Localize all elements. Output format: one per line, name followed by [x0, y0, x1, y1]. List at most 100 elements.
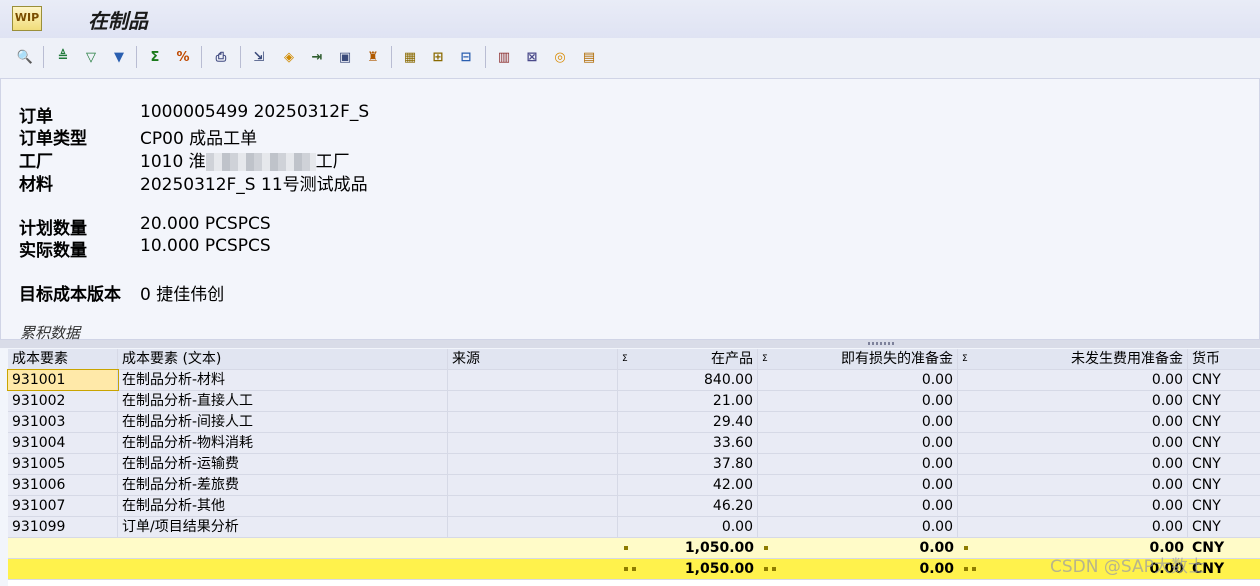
cell-wip[interactable]: 37.80 [618, 454, 758, 474]
app-icon[interactable]: WIP [12, 6, 42, 31]
cell-unincurred[interactable]: 0.00 [958, 496, 1188, 516]
cell-currency[interactable]: CNY [1188, 370, 1260, 390]
detail-icon[interactable]: 🔍 [14, 46, 36, 68]
cell-currency[interactable]: CNY [1188, 475, 1260, 495]
col-header-cost-element-text[interactable]: 成本要素 (文本) [118, 349, 448, 369]
cell-source[interactable] [448, 454, 618, 474]
sort-descending-icon[interactable]: ▽ [80, 46, 102, 68]
cell-source[interactable] [448, 496, 618, 516]
cell-element[interactable]: 931099 [8, 517, 118, 537]
cell-wip[interactable]: 840.00 [618, 370, 758, 390]
cell-loss[interactable]: 0.00 [758, 517, 958, 537]
col-header-cost-element[interactable]: 成本要素 [8, 349, 118, 369]
print-preview-icon[interactable]: ⎙ [210, 46, 232, 68]
cell-unincurred[interactable]: 0.00 [958, 517, 1188, 537]
cell-element[interactable]: 931005 [8, 454, 118, 474]
cell-currency[interactable]: CNY [1188, 412, 1260, 432]
cell-text[interactable]: 订单/项目结果分析 [118, 517, 448, 537]
cell-text[interactable]: 在制品分析-差旅费 [118, 475, 448, 495]
table-row[interactable]: 931006 在制品分析-差旅费 42.00 0.00 0.00 CNY [8, 475, 1260, 496]
cell-unincurred[interactable]: 0.00 [958, 412, 1188, 432]
total-wip[interactable]: 1,050.00 [618, 559, 758, 579]
sum-icon[interactable]: Σ [144, 46, 166, 68]
graphic-icon[interactable]: ▥ [493, 46, 515, 68]
cell-element[interactable]: 931002 [8, 391, 118, 411]
table-row[interactable]: 931099 订单/项目结果分析 0.00 0.00 0.00 CNY [8, 517, 1260, 538]
cell-currency[interactable]: CNY [1188, 517, 1260, 537]
cell-text[interactable]: 在制品分析-材料 [118, 370, 448, 390]
cell-loss[interactable]: 0.00 [758, 391, 958, 411]
subtotal-icon[interactable]: % [172, 46, 194, 68]
target-cost-value: 0 捷佳伟创 [140, 285, 225, 305]
cell-source[interactable] [448, 391, 618, 411]
col-header-currency[interactable]: 货币 [1188, 349, 1260, 369]
cell-loss[interactable]: 0.00 [758, 454, 958, 474]
cell-element[interactable]: 931001 [7, 369, 119, 391]
change-layout-icon[interactable]: ⊞ [427, 46, 449, 68]
subtotal-wip[interactable]: 1,050.00 [618, 538, 758, 558]
sort-ascending-icon[interactable]: ≜ [52, 46, 74, 68]
plant-value-suffix: 工厂 [315, 152, 350, 172]
cell-currency[interactable]: CNY [1188, 391, 1260, 411]
table-row[interactable]: 931001 在制品分析-材料 840.00 0.00 0.00 CNY [7, 369, 1260, 391]
col-header-loss-reserve[interactable]: Σ 即有损失的准备金 [758, 349, 958, 369]
cell-source[interactable] [448, 433, 618, 453]
cell-text[interactable]: 在制品分析-物料消耗 [118, 433, 448, 453]
cell-wip[interactable]: 0.00 [618, 517, 758, 537]
cell-wip[interactable]: 42.00 [618, 475, 758, 495]
cell-wip[interactable]: 21.00 [618, 391, 758, 411]
cell-wip[interactable]: 33.60 [618, 433, 758, 453]
cell-currency[interactable]: CNY [1188, 433, 1260, 453]
column-icon[interactable]: ⊠ [521, 46, 543, 68]
word-processing-icon[interactable]: ▣ [334, 46, 356, 68]
cell-unincurred[interactable]: 0.00 [958, 454, 1188, 474]
filter-icon[interactable]: ▼ [108, 46, 130, 68]
save-layout-icon[interactable]: ⊟ [455, 46, 477, 68]
cell-unincurred[interactable]: 0.00 [958, 370, 1188, 390]
subtotal-loss[interactable]: 0.00 [758, 538, 958, 558]
table-row[interactable]: 931007 在制品分析-其他 46.20 0.00 0.00 CNY [8, 496, 1260, 517]
col-header-unincurred-reserve[interactable]: Σ 未发生费用准备金 [958, 349, 1188, 369]
splitter-grip-icon[interactable] [868, 342, 894, 345]
cell-source[interactable] [448, 517, 618, 537]
cell-text[interactable]: 在制品分析-运输费 [118, 454, 448, 474]
col-header-source[interactable]: 来源 [448, 349, 618, 369]
cell-unincurred[interactable]: 0.00 [958, 433, 1188, 453]
cell-unincurred[interactable]: 0.00 [958, 475, 1188, 495]
splitter[interactable] [0, 340, 1260, 348]
cell-loss[interactable]: 0.00 [758, 370, 958, 390]
table-row[interactable]: 931002 在制品分析-直接人工 21.00 0.00 0.00 CNY [8, 391, 1260, 412]
cell-source[interactable] [448, 475, 618, 495]
table-row[interactable]: 931004 在制品分析-物料消耗 33.60 0.00 0.00 CNY [8, 433, 1260, 454]
cell-loss[interactable]: 0.00 [758, 496, 958, 516]
cell-element[interactable]: 931003 [8, 412, 118, 432]
cell-loss[interactable]: 0.00 [758, 433, 958, 453]
cell-wip[interactable]: 46.20 [618, 496, 758, 516]
total-loss[interactable]: 0.00 [758, 559, 958, 579]
cell-loss[interactable]: 0.00 [758, 412, 958, 432]
export-icon[interactable]: ⇲ [248, 46, 270, 68]
col-header-wip[interactable]: Σ 在产品 [618, 349, 758, 369]
table-row[interactable]: 931005 在制品分析-运输费 37.80 0.00 0.00 CNY [8, 454, 1260, 475]
cell-source[interactable] [448, 370, 618, 390]
info-icon[interactable]: ◎ [549, 46, 571, 68]
local-file-icon[interactable]: ⇥ [306, 46, 328, 68]
cell-source[interactable] [448, 412, 618, 432]
spreadsheet-icon[interactable]: ◈ [278, 46, 300, 68]
cell-currency[interactable]: CNY [1188, 454, 1260, 474]
settings-icon[interactable]: ▤ [578, 46, 600, 68]
cell-text[interactable]: 在制品分析-间接人工 [118, 412, 448, 432]
abc-analysis-icon[interactable]: ♜ [362, 46, 384, 68]
cell-unincurred[interactable]: 0.00 [958, 391, 1188, 411]
cell-text[interactable]: 在制品分析-直接人工 [118, 391, 448, 411]
cell-wip[interactable]: 29.40 [618, 412, 758, 432]
cell-element[interactable]: 931004 [8, 433, 118, 453]
total-level-icon [964, 546, 968, 550]
cell-element[interactable]: 931006 [8, 475, 118, 495]
cell-currency[interactable]: CNY [1188, 496, 1260, 516]
cell-text[interactable]: 在制品分析-其他 [118, 496, 448, 516]
layout-icon[interactable]: ▦ [399, 46, 421, 68]
table-row[interactable]: 931003 在制品分析-间接人工 29.40 0.00 0.00 CNY [8, 412, 1260, 433]
cell-element[interactable]: 931007 [8, 496, 118, 516]
cell-loss[interactable]: 0.00 [758, 475, 958, 495]
